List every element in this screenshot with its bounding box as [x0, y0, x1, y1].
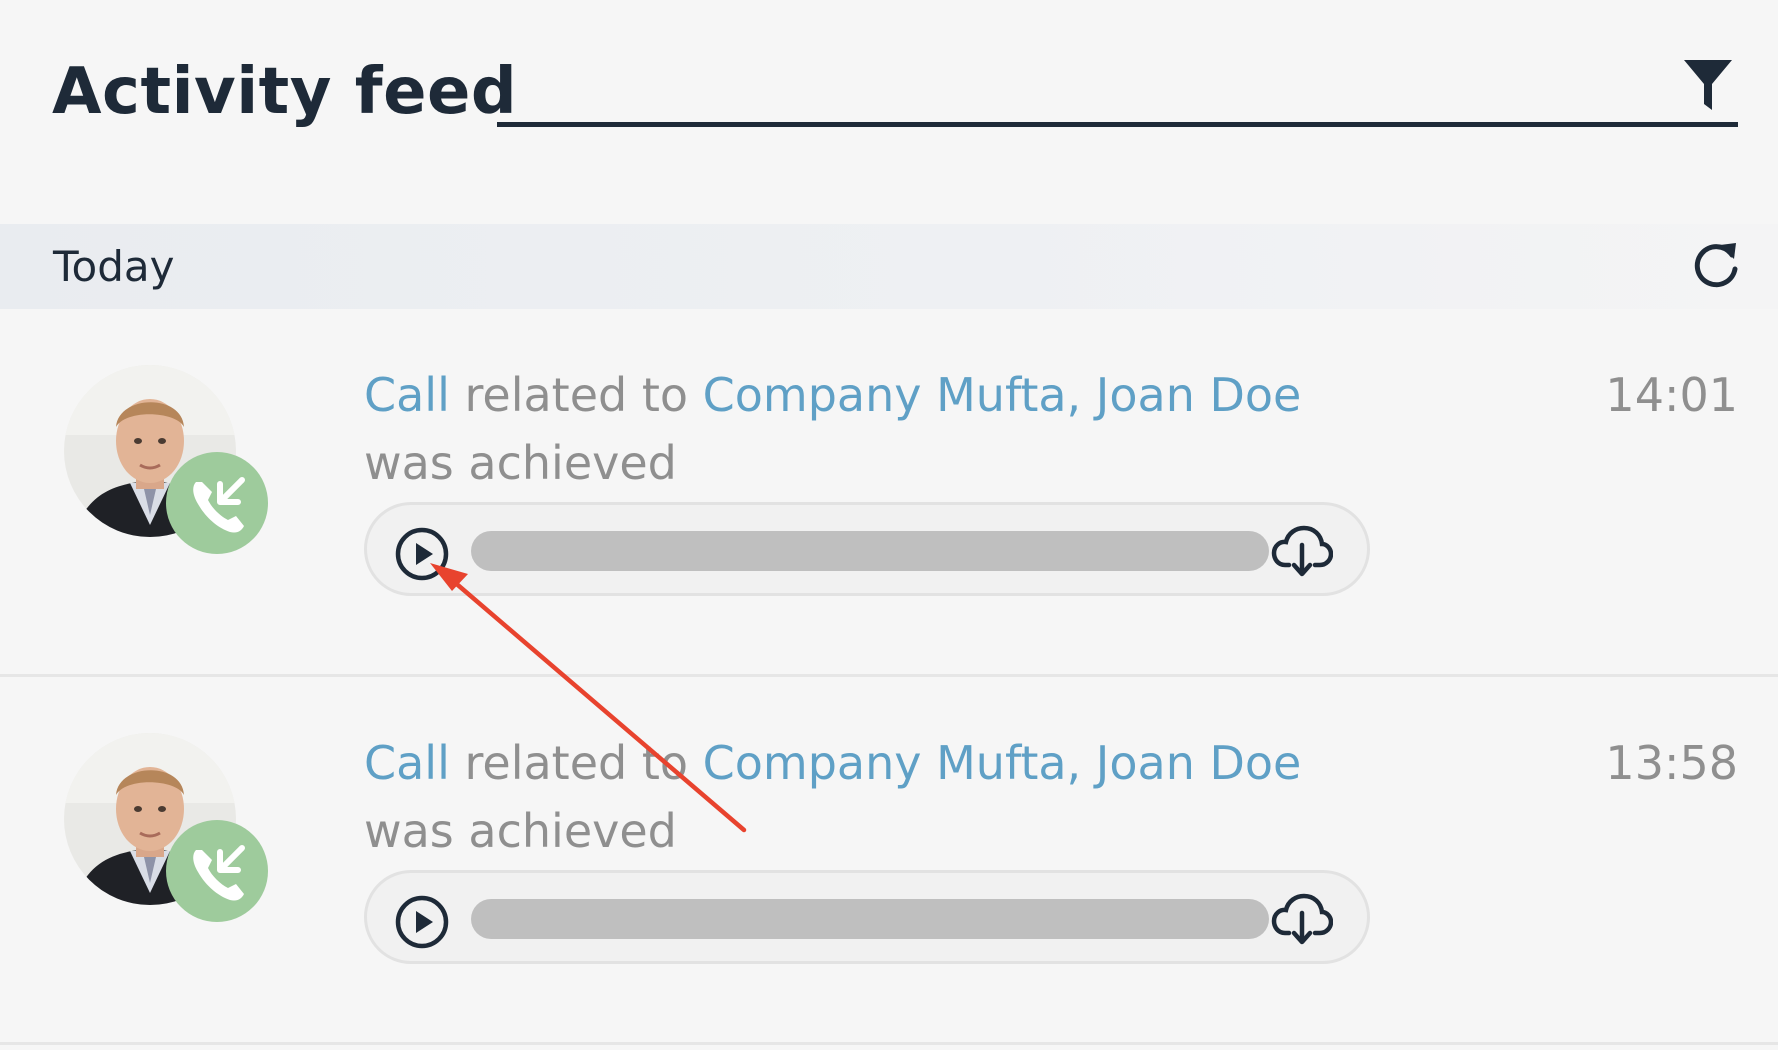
call-recording-player: [364, 870, 1370, 964]
play-icon: [395, 527, 449, 581]
play-icon: [395, 895, 449, 949]
download-button[interactable]: [1271, 891, 1334, 945]
activity-time: 14:01: [1605, 368, 1738, 422]
playback-progress-bar[interactable]: [471, 531, 1269, 571]
refresh-button[interactable]: [1690, 239, 1742, 291]
call-type-badge: [166, 820, 268, 922]
activity-description: Call related to Company Mufta, Joan Doe …: [364, 361, 1344, 497]
filter-button[interactable]: [1682, 58, 1734, 112]
activity-type-link[interactable]: Call: [364, 736, 450, 790]
header-divider: [497, 122, 1738, 127]
activity-feed-page: Activity feed Today Call related to Comp…: [0, 0, 1778, 1050]
download-button[interactable]: [1271, 523, 1334, 577]
activity-type-link[interactable]: Call: [364, 368, 450, 422]
page-title: Activity feed: [52, 55, 518, 129]
date-section-header: Today: [0, 224, 1778, 309]
activity-item: Call related to Company Mufta, Joan Doe …: [0, 677, 1778, 1045]
related-entity-link[interactable]: Company Mufta, Joan Doe: [703, 736, 1302, 790]
call-type-badge: [166, 452, 268, 554]
item-divider: [0, 1042, 1778, 1045]
playback-progress-bar[interactable]: [471, 899, 1269, 939]
activity-related-text: related to: [449, 736, 703, 790]
activity-status-text: was achieved: [364, 436, 677, 490]
incoming-call-icon: [193, 845, 245, 901]
cloud-download-icon: [1271, 525, 1334, 577]
play-button[interactable]: [395, 527, 449, 581]
incoming-call-icon: [193, 477, 245, 533]
activity-status-text: was achieved: [364, 804, 677, 858]
cloud-download-icon: [1271, 893, 1334, 945]
activity-time: 13:58: [1605, 736, 1738, 790]
call-recording-player: [364, 502, 1370, 596]
date-section-label: Today: [53, 242, 175, 291]
refresh-icon: [1694, 243, 1738, 288]
activity-related-text: related to: [449, 368, 703, 422]
filter-icon: [1684, 60, 1732, 110]
activity-description: Call related to Company Mufta, Joan Doe …: [364, 729, 1344, 865]
activity-item: Call related to Company Mufta, Joan Doe …: [0, 309, 1778, 677]
related-entity-link[interactable]: Company Mufta, Joan Doe: [703, 368, 1302, 422]
play-button[interactable]: [395, 895, 449, 949]
